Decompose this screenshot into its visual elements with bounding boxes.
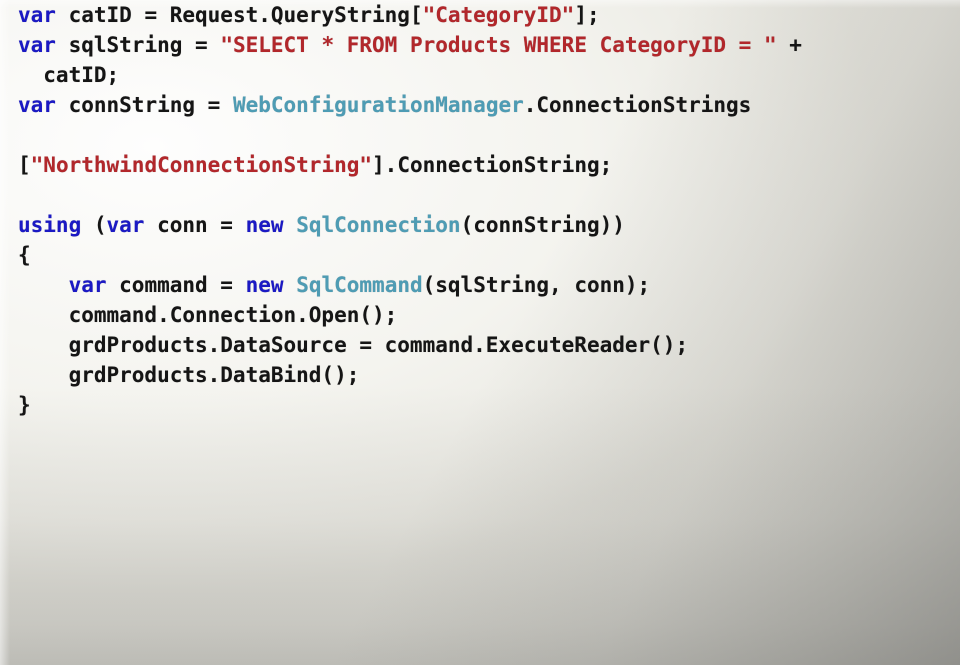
code-token-kw: var <box>18 3 56 27</box>
code-line: var command = new SqlCommand(sqlString, … <box>0 270 960 300</box>
code-token-plain: ].ConnectionString; <box>372 153 613 177</box>
code-token-plain: } <box>18 393 31 417</box>
code-block: var catID = Request.QueryString["Categor… <box>0 0 960 420</box>
code-line: ["NorthwindConnectionString"].Connection… <box>0 150 960 180</box>
code-token-str: "CategoryID" <box>422 3 575 27</box>
code-token-str: "SELECT * FROM Products WHERE CategoryID… <box>220 33 777 57</box>
code-token-plain: grdProducts.DataSource = command.Execute… <box>18 333 689 357</box>
code-token-plain: (sqlString, conn); <box>422 273 651 297</box>
code-token-str: "NorthwindConnectionString" <box>30 153 373 177</box>
code-token-type: SqlCommand <box>296 273 423 297</box>
code-token-plain: [ <box>18 153 31 177</box>
code-token-plain: + <box>776 33 802 57</box>
code-line: { <box>0 240 960 270</box>
code-token-plain: connString = <box>55 93 233 117</box>
code-token-plain: ( <box>81 213 107 237</box>
code-token-kw: var <box>68 273 107 297</box>
code-token-kw: new <box>245 213 284 237</box>
code-line: var sqlString = "SELECT * FROM Products … <box>0 30 960 60</box>
code-line: using (var conn = new SqlConnection(conn… <box>0 210 960 240</box>
code-line: var connString = WebConfigurationManager… <box>0 90 960 120</box>
code-line: var catID = Request.QueryString["Categor… <box>0 0 960 30</box>
code-token-plain: sqlString = <box>55 33 221 57</box>
code-token-plain: command.Connection.Open(); <box>18 303 398 327</box>
code-line: } <box>0 390 960 420</box>
code-line: catID; <box>0 60 960 90</box>
code-token-plain: .ConnectionStrings <box>523 93 752 117</box>
code-line: command.Connection.Open(); <box>0 300 960 330</box>
code-token-plain: (connString)) <box>460 213 625 237</box>
code-token-kw: var <box>18 93 56 117</box>
code-token-kw: var <box>106 213 145 237</box>
code-line: grdProducts.DataSource = command.Execute… <box>0 330 960 360</box>
code-token-plain: catID = Request.QueryString[ <box>55 3 423 27</box>
code-token-plain: catID; <box>18 63 120 87</box>
code-token-type: SqlConnection <box>296 213 461 237</box>
code-slide: var catID = Request.QueryString["Categor… <box>0 0 960 665</box>
code-token-kw: using <box>18 213 82 237</box>
code-token-plain: conn = <box>144 213 246 237</box>
code-token-kw: var <box>18 33 56 57</box>
code-line: grdProducts.DataBind(); <box>0 360 960 390</box>
code-token-kw: new <box>245 273 284 297</box>
code-token-plain: ]; <box>574 3 600 27</box>
code-token-plain: { <box>18 243 31 267</box>
code-token-type: WebConfigurationManager <box>232 93 524 117</box>
code-token-plain: command = <box>106 273 246 297</box>
code-token-plain: grdProducts.DataBind(); <box>18 363 360 387</box>
